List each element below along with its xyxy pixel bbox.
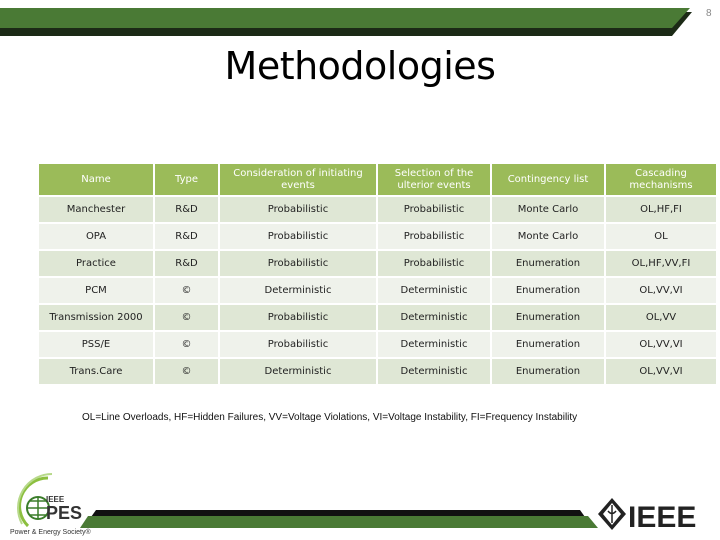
cell-cascading: OL,VV,VI (604, 276, 718, 305)
table-row: Manchester R&D Probabilistic Probabilistic M… (37, 195, 718, 224)
header-contingency: Contingency list (490, 162, 606, 197)
table-header-row: Name Type Consideration of initiating ev… (37, 162, 718, 197)
cell-cascading: OL,VV,VI (604, 330, 718, 359)
cell-ulterior: Deterministic (376, 276, 492, 305)
svg-text:IEEE: IEEE (628, 501, 696, 532)
cell-type: © (153, 303, 220, 332)
cell-type: © (153, 330, 220, 359)
cell-type: © (153, 276, 220, 305)
table-row: PSS/E © Probabilistic Deterministic Enumerat… (37, 330, 718, 359)
cell-contingency: Enumeration (490, 276, 606, 305)
cell-initiating: Deterministic (218, 276, 378, 305)
cell-ulterior: Probabilistic (376, 195, 492, 224)
cell-cascading: OL,HF,VV,FI (604, 249, 718, 278)
svg-text:PES: PES (46, 503, 82, 523)
cell-name: PCM (37, 276, 155, 305)
cell-cascading: OL,VV,VI (604, 357, 718, 386)
cell-contingency: Monte Carlo (490, 195, 606, 224)
cell-ulterior: Probabilistic (376, 222, 492, 251)
abbreviation-legend: OL=Line Overloads, HF=Hidden Failures, V… (82, 412, 578, 423)
cell-type: R&D (153, 195, 220, 224)
cell-initiating: Probabilistic (218, 222, 378, 251)
cell-name: Practice (37, 249, 155, 278)
cell-name: PSS/E (37, 330, 155, 359)
cell-ulterior: Deterministic (376, 303, 492, 332)
table-row: OPA R&D Probabilistic Probabilistic Monte Ca… (37, 222, 718, 251)
cell-contingency: Monte Carlo (490, 222, 606, 251)
cell-type: © (153, 357, 220, 386)
cell-contingency: Enumeration (490, 330, 606, 359)
cell-ulterior: Deterministic (376, 330, 492, 359)
table-row: Practice R&D Probabilistic Probabilistic Enu… (37, 249, 718, 278)
table-row: Transmission 2000 © Probabilistic Determini… (37, 303, 718, 332)
page-number: 8 (706, 8, 712, 19)
cell-initiating: Probabilistic (218, 249, 378, 278)
header-name: Name (37, 162, 155, 197)
cell-initiating: Deterministic (218, 357, 378, 386)
header-type: Type (153, 162, 220, 197)
cell-name: Trans.Care (37, 357, 155, 386)
cell-name: Manchester (37, 195, 155, 224)
top-banner (0, 8, 692, 36)
methodologies-table: Name Type Consideration of initiating ev… (37, 162, 718, 386)
svg-text:Power & Energy Society®: Power & Energy Society® (10, 528, 91, 536)
cell-contingency: Enumeration (490, 303, 606, 332)
header-ulterior: Selection of the ulterior events (376, 162, 492, 197)
cell-contingency: Enumeration (490, 357, 606, 386)
cell-contingency: Enumeration (490, 249, 606, 278)
cell-ulterior: Deterministic (376, 357, 492, 386)
header-cascading: Cascading mechanisms (604, 162, 718, 197)
cell-cascading: OL,HF,FI (604, 195, 718, 224)
cell-ulterior: Probabilistic (376, 249, 492, 278)
table-row: Trans.Care © Deterministic Deterministic Enu… (37, 357, 718, 386)
table-row: PCM © Deterministic Deterministic Enumeratio… (37, 276, 718, 305)
cell-type: R&D (153, 249, 220, 278)
cell-cascading: OL (604, 222, 718, 251)
ieee-logo: IEEE (598, 498, 696, 532)
cell-initiating: Probabilistic (218, 195, 378, 224)
cell-type: R&D (153, 222, 220, 251)
page-title: Methodologies (224, 44, 496, 88)
cell-name: Transmission 2000 (37, 303, 155, 332)
cell-name: OPA (37, 222, 155, 251)
cell-cascading: OL,VV (604, 303, 718, 332)
ieee-pes-logo: IEEE PES Power & Energy Society® (10, 473, 91, 536)
cell-initiating: Probabilistic (218, 303, 378, 332)
header-initiating: Consideration of initiating events (218, 162, 378, 197)
cell-initiating: Probabilistic (218, 330, 378, 359)
